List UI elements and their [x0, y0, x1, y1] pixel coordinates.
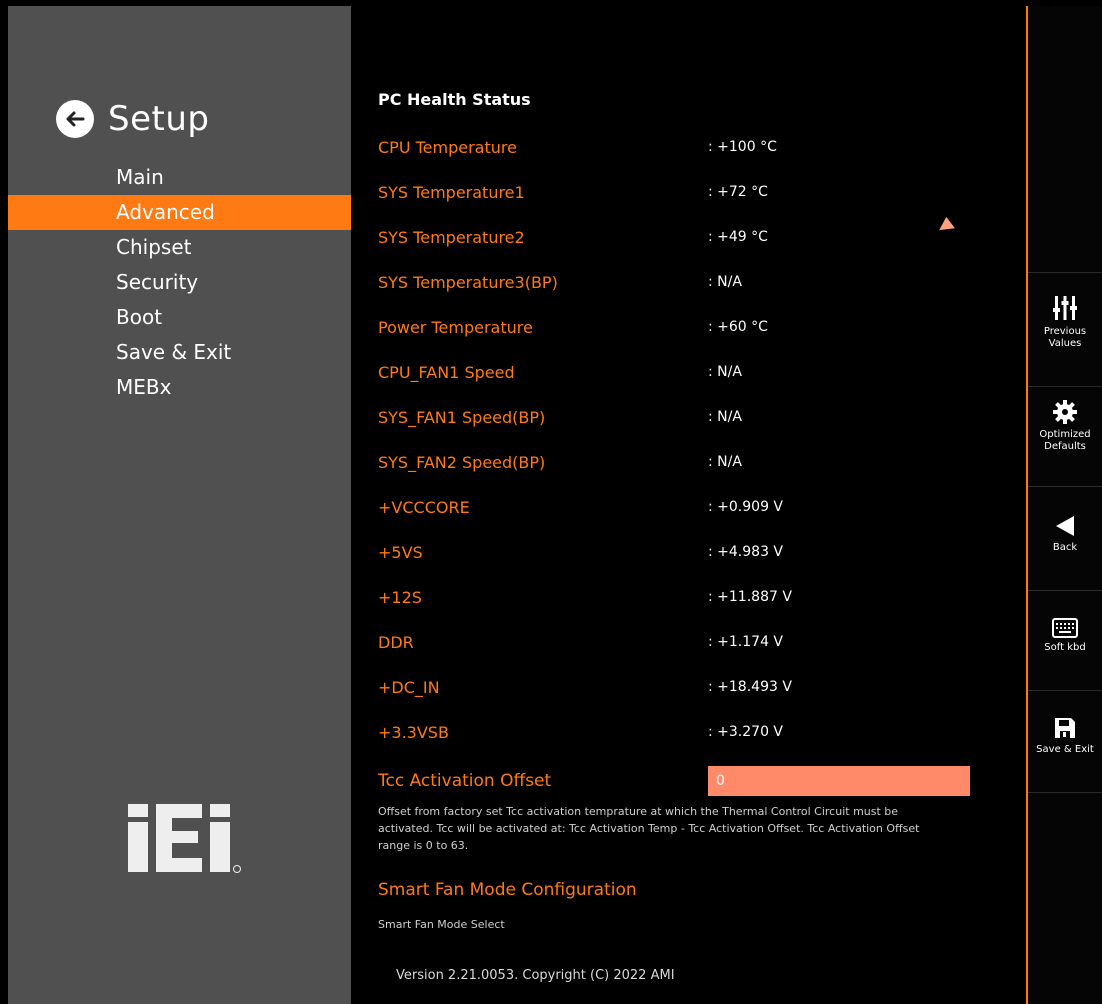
reading-label: CPU Temperature [378, 137, 517, 157]
reading-value: : +11.887 V [708, 589, 792, 605]
reading-value: : +3.270 V [708, 724, 784, 740]
floppy-disk-icon [1028, 706, 1102, 740]
reading-row[interactable]: SYS_FAN2 Speed(BP) : N/A [378, 447, 978, 477]
reading-row[interactable]: SYS_FAN1 Speed(BP) : N/A [378, 402, 978, 432]
reading-label: +DC_IN [378, 677, 440, 697]
reading-row[interactable]: SYS Temperature1 : +72 °C [378, 177, 978, 207]
previous-values-label: Previous Values [1043, 326, 1087, 349]
reading-value: : +72 °C [708, 184, 768, 200]
reading-row[interactable]: DDR : +1.174 V [378, 627, 978, 657]
reading-label: SYS Temperature2 [378, 227, 525, 247]
menu-item-security[interactable]: Security [8, 265, 351, 300]
reading-row[interactable]: +12S : +11.887 V [378, 582, 978, 612]
toolbar-divider [1028, 590, 1102, 591]
reading-value: : +4.983 V [708, 544, 784, 560]
menu-item-chipset[interactable]: Chipset [8, 230, 351, 265]
tcc-activation-offset-label: Tcc Activation Offset [378, 771, 552, 791]
tcc-activation-offset-row[interactable]: Tcc Activation Offset [378, 764, 970, 798]
reading-value: : +18.493 V [708, 679, 792, 695]
toolbar-divider [1028, 272, 1102, 273]
soft-kbd-label: Soft kbd [1044, 642, 1086, 653]
sliders-icon [1028, 288, 1102, 322]
back-button[interactable]: Back [1028, 504, 1102, 554]
reading-label: CPU_FAN1 Speed [378, 362, 515, 382]
reading-value: : +1.174 V [708, 634, 784, 650]
optimized-defaults-button[interactable]: Optimized Defaults [1028, 391, 1102, 453]
reading-label: SYS Temperature1 [378, 182, 525, 202]
reading-row[interactable]: CPU_FAN1 Speed : N/A [378, 357, 978, 387]
reading-value: : N/A [708, 454, 742, 470]
menu-item-main[interactable]: Main [8, 160, 351, 195]
main-menu: Main Advanced Chipset Security Boot Save… [8, 160, 351, 405]
reading-value: : N/A [708, 364, 742, 380]
menu-item-advanced[interactable]: Advanced [8, 195, 351, 230]
reading-row[interactable]: +DC_IN : +18.493 V [378, 672, 978, 702]
menu-item-boot[interactable]: Boot [8, 300, 351, 335]
reading-label: +5VS [378, 542, 423, 562]
reading-row[interactable]: +3.3VSB : +3.270 V [378, 717, 978, 747]
reading-label: +12S [378, 587, 422, 607]
iei-logo [128, 804, 241, 873]
toolbar-divider [1028, 792, 1102, 793]
smart-fan-help-text: Smart Fan Mode Select [378, 918, 505, 931]
section-title: PC Health Status [378, 90, 531, 109]
tcc-activation-offset-input[interactable] [708, 766, 970, 796]
reading-value: : +49 °C [708, 229, 768, 245]
reading-label: Power Temperature [378, 317, 533, 337]
reading-row[interactable]: +VCCCORE : +0.909 V [378, 492, 978, 522]
main-panel: PC Health Status CPU Temperature : +100 … [352, 6, 1026, 1004]
reading-value: : N/A [708, 409, 742, 425]
previous-values-button[interactable]: Previous Values [1028, 288, 1102, 350]
keyboard-icon [1028, 604, 1102, 638]
reading-row[interactable]: CPU Temperature : +100 °C [378, 132, 978, 162]
menu-item-save-exit[interactable]: Save & Exit [8, 335, 351, 370]
reading-row[interactable]: +5VS : +4.983 V [378, 537, 978, 567]
version-footer: Version 2.21.0053. Copyright (C) 2022 AM… [396, 968, 675, 983]
toolbar-divider [1028, 486, 1102, 487]
save-exit-label: Save & Exit [1036, 744, 1094, 755]
reading-label: +VCCCORE [378, 497, 470, 517]
reading-label: SYS_FAN2 Speed(BP) [378, 452, 546, 472]
smart-fan-mode-configuration-link[interactable]: Smart Fan Mode Configuration [378, 880, 637, 900]
reading-value: : N/A [708, 274, 742, 290]
back-triangle-icon [1028, 504, 1102, 538]
toolbar-divider [1028, 690, 1102, 691]
reading-label: +3.3VSB [378, 722, 449, 742]
back-label: Back [1052, 542, 1078, 553]
setup-title: Setup [108, 99, 210, 139]
reading-value: : +60 °C [708, 319, 768, 335]
soft-keyboard-button[interactable]: Soft kbd [1028, 604, 1102, 654]
back-arrow-icon[interactable] [56, 100, 94, 138]
right-toolbar: Previous Values Optimized Defaults Back … [1026, 6, 1102, 1004]
toolbar-divider [1028, 386, 1102, 387]
tcc-help-text: Offset from factory set Tcc activation t… [378, 805, 920, 852]
menu-item-mebx[interactable]: MEBx [8, 370, 351, 405]
reading-row[interactable]: SYS Temperature2 : +49 °C [378, 222, 978, 252]
gear-icon [1028, 391, 1102, 425]
reading-label: DDR [378, 632, 414, 652]
reading-row[interactable]: SYS Temperature3(BP) : N/A [378, 267, 978, 297]
reading-label: SYS Temperature3(BP) [378, 272, 558, 292]
optimized-defaults-label: Optimized Defaults [1039, 429, 1091, 452]
reading-value: : +100 °C [708, 139, 777, 155]
reading-value: : +0.909 V [708, 499, 784, 515]
sidebar: Setup Main Advanced Chipset Security Boo… [8, 6, 351, 1004]
reading-label: SYS_FAN1 Speed(BP) [378, 407, 546, 427]
save-exit-button[interactable]: Save & Exit [1028, 706, 1102, 756]
setup-header: Setup [56, 94, 209, 144]
reading-row[interactable]: Power Temperature : +60 °C [378, 312, 978, 342]
